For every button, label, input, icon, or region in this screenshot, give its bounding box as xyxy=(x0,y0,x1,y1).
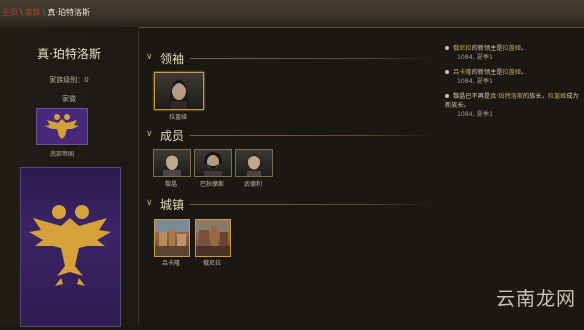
towns-section-title: 城镇 xyxy=(160,198,185,212)
female-face-icon xyxy=(246,153,262,176)
log-entry: 吕卡隆的新领主是拉盖娅。 1084, 夏季1 xyxy=(445,68,579,86)
log-text: 的族长， xyxy=(523,93,548,100)
log-text: 。 xyxy=(521,45,528,52)
towns-section-header[interactable]: ∨ 城镇 xyxy=(146,196,436,212)
clan-banner-label: 家徽 xyxy=(62,95,76,103)
leader-section-title: 领袖 xyxy=(160,52,185,66)
clan-info-panel: 真·珀特洛斯 家族级别：0 家徽 南部帝国 xyxy=(0,27,139,327)
divider xyxy=(190,204,436,205)
bullet-icon xyxy=(445,70,449,74)
breadcrumb-separator: \ xyxy=(42,8,46,17)
kingdom-banner-button[interactable] xyxy=(36,108,88,145)
kingdom-name[interactable]: 南部帝国 xyxy=(0,149,124,158)
female-face-icon xyxy=(169,79,189,109)
log-text: 黎晶已不再是 xyxy=(453,93,491,100)
breadcrumb-current: 真·珀特洛斯 xyxy=(47,8,90,17)
log-date: 1084, 夏季1 xyxy=(457,111,493,118)
chevron-down-icon: ∨ xyxy=(146,129,153,139)
member-name: 武德利 xyxy=(243,181,262,188)
leader-portrait[interactable] xyxy=(154,72,204,110)
members-section-header[interactable]: ∨ 成员 xyxy=(146,127,436,143)
divider xyxy=(190,58,436,59)
bullet-icon xyxy=(445,46,449,50)
log-text: 的新领主是 xyxy=(471,69,503,76)
log-link[interactable]: 吕卡隆 xyxy=(453,69,472,76)
log-date: 1084, 夏季1 xyxy=(457,78,493,85)
breadcrumb-separator: \ xyxy=(20,8,23,17)
town-icon xyxy=(155,220,189,256)
log-entry: 俄尼拉的新领主是拉盖娅。 1084, 夏季1 xyxy=(445,44,579,62)
member-portrait[interactable] xyxy=(235,149,273,177)
breadcrumb-home[interactable]: 主页 xyxy=(2,8,18,17)
clan-event-log: 俄尼拉的新领主是拉盖娅。 1084, 夏季1 吕卡隆的新领主是拉盖娅。 1084… xyxy=(445,44,579,125)
leader-section-header[interactable]: ∨ 领袖 xyxy=(146,50,436,66)
chevron-down-icon: ∨ xyxy=(146,52,153,62)
log-link[interactable]: 拉盖娅 xyxy=(503,45,522,52)
log-link[interactable]: 真·珀特洛斯 xyxy=(490,93,523,100)
chevron-down-icon: ∨ xyxy=(146,198,153,208)
log-text: 。 xyxy=(521,69,528,76)
leader-name: 拉盖娅 xyxy=(168,114,187,121)
log-date: 1084, 夏季1 xyxy=(457,54,493,61)
town-thumbnail[interactable] xyxy=(154,219,190,257)
male-face-icon xyxy=(204,152,222,176)
breadcrumb: 主页 \ 家族 \ 真·珀特洛斯 xyxy=(2,7,90,18)
male-face-icon xyxy=(163,153,181,176)
breadcrumb-clans[interactable]: 家族 xyxy=(25,8,41,17)
town-thumbnail[interactable] xyxy=(195,219,231,257)
log-link[interactable]: 俄尼拉 xyxy=(453,45,472,52)
top-bar: 主页 \ 家族 \ 真·珀特洛斯 xyxy=(0,0,584,28)
bullet-icon xyxy=(445,94,449,98)
member-portrait[interactable] xyxy=(153,149,191,177)
clan-tier: 家族级别：0 xyxy=(49,76,89,84)
town-icon xyxy=(196,220,230,256)
member-portrait[interactable] xyxy=(194,149,232,177)
clan-banner xyxy=(20,167,121,327)
double-eagle-icon xyxy=(45,114,79,139)
clan-name: 真·珀特洛斯 xyxy=(37,47,101,61)
town-name: 俄尼拉 xyxy=(202,260,221,267)
log-text: 的新领主是 xyxy=(471,45,503,52)
log-link[interactable]: 拉盖娅 xyxy=(503,69,522,76)
divider xyxy=(190,135,436,136)
log-link[interactable]: 拉盖娅 xyxy=(548,93,567,100)
double-eagle-icon xyxy=(29,205,111,286)
log-entry: 黎晶已不再是真·珀特洛斯的族长，拉盖娅成为新族长。 1084, 夏季1 xyxy=(445,92,579,119)
members-section-title: 成员 xyxy=(160,129,185,143)
watermark: 云南龙网 xyxy=(495,288,576,310)
